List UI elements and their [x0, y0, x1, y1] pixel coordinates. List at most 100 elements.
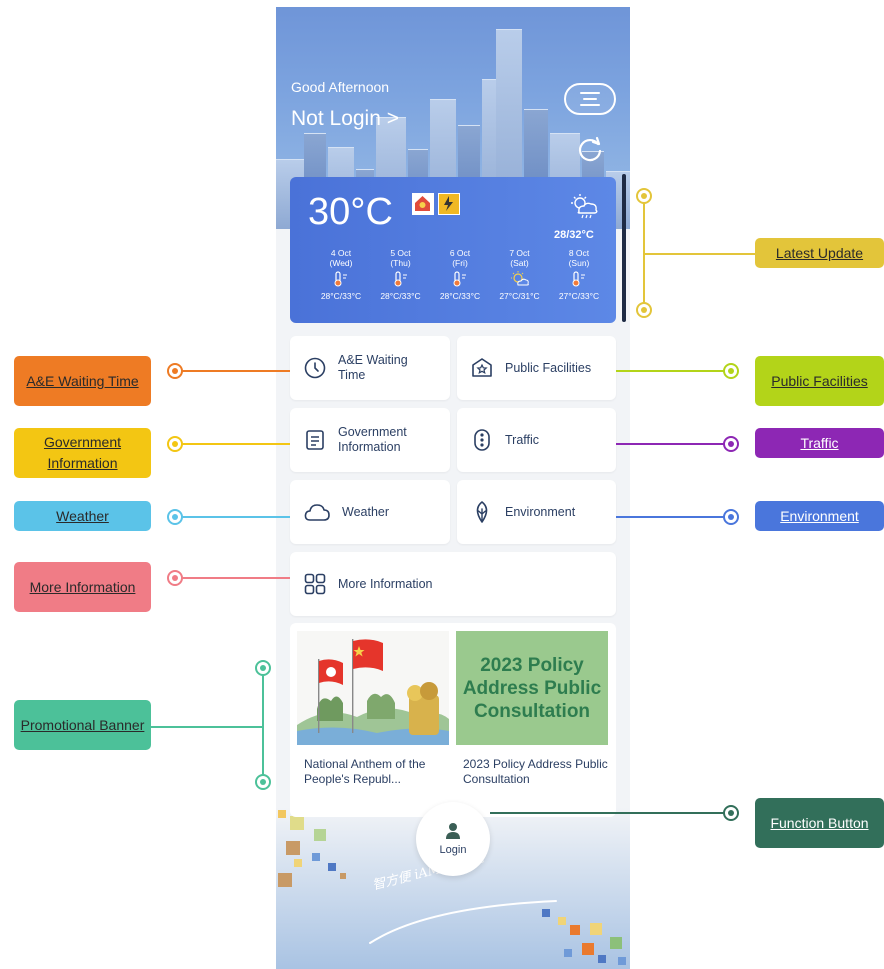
hot-icon: [572, 271, 585, 287]
tile-label: Weather: [342, 504, 390, 519]
menu-line: [583, 98, 597, 100]
tile-label: Environment: [505, 504, 576, 519]
login-link[interactable]: Not Login >: [291, 107, 399, 131]
label-environment: Environment: [755, 501, 884, 531]
annotation-dot: [723, 363, 739, 379]
function-connector: [490, 812, 731, 814]
leaf-icon: [471, 501, 493, 523]
pixel-decoration: [328, 863, 336, 871]
policy-address-image-text: 2023 Policy Address Public Consultation: [462, 654, 602, 722]
hot-icon: [453, 271, 466, 287]
tile-more-information[interactable]: More Information: [290, 552, 616, 616]
sunny-cloud-icon: [510, 271, 529, 286]
forecast-day: 8 Oct (Sun) 27°C/33°C: [550, 248, 608, 301]
traffic-light-icon: [471, 429, 493, 451]
pixel-decoration: [312, 853, 320, 861]
tile-label: Government Information: [338, 425, 407, 454]
pixel-decoration: [582, 943, 594, 955]
tile-label: Public Facilities: [505, 360, 592, 375]
tile-ae-waiting-time[interactable]: A&E Waiting Time: [290, 336, 450, 400]
government-connector: [174, 443, 290, 445]
pixel-decoration: [564, 949, 572, 957]
latest-update-connector: [643, 253, 755, 255]
hot-icon: [334, 271, 347, 287]
pixel-decoration: [290, 816, 304, 830]
tile-government-information[interactable]: Government Information: [290, 408, 450, 472]
weather-card[interactable]: 30°C 28/32°C 4 Oct (Wed) 28°C/33°C 5 Oct…: [290, 177, 616, 323]
policy-address-banner-image: 2023 Policy Address Public Consultation: [456, 631, 608, 745]
grid-icon: [304, 573, 326, 595]
pixel-decoration: [294, 859, 302, 867]
tile-label: More Information: [338, 576, 433, 591]
sun-cloud-rain-icon: [570, 193, 600, 219]
menu-button[interactable]: [564, 83, 616, 115]
promo-bracket: [262, 668, 264, 782]
annotation-dot: [255, 660, 271, 676]
annotation-dot: [167, 363, 183, 379]
forecast-range: 27°C/31°C: [499, 291, 540, 301]
environment-connector: [616, 516, 731, 518]
banner-caption: National Anthem of the People's Republ..…: [304, 757, 426, 786]
greeting-text: Good Afternoon: [291, 79, 390, 95]
forecast-weekday: (Sat): [510, 258, 529, 268]
annotation-dot: [167, 509, 183, 525]
forecast-day: 5 Oct (Thu) 28°C/33°C: [372, 248, 430, 301]
label-public-facilities: Public Facilities: [755, 356, 884, 406]
thunderstorm-warning-icon: [438, 193, 460, 215]
weather-scroll-indicator: [622, 174, 626, 322]
pixel-decoration: [590, 923, 602, 935]
forecast-range: 28°C/33°C: [320, 291, 362, 301]
pixel-decoration: [278, 873, 292, 887]
label-latest-update: Latest Update: [755, 238, 884, 268]
login-function-button[interactable]: Login: [416, 802, 490, 876]
more-info-connector: [174, 577, 290, 579]
menu-line: [580, 92, 600, 94]
traffic-connector: [616, 443, 731, 445]
banner-card-policy-address[interactable]: 2023 Policy Address Public Consultation …: [456, 631, 608, 803]
forecast-weekday: (Wed): [329, 258, 353, 268]
forecast-day: 6 Oct (Fri) 28°C/33°C: [431, 248, 489, 301]
forecast-date: 8 Oct: [568, 248, 590, 258]
hot-icon: [394, 271, 407, 287]
clock-icon: [304, 357, 326, 379]
annotation-dot: [255, 774, 271, 790]
forecast-date: 6 Oct: [449, 248, 471, 258]
tile-environment[interactable]: Environment: [457, 480, 616, 544]
phone-screen: Good Afternoon Not Login > 30°C 28/32°C …: [276, 7, 630, 969]
tile-public-facilities[interactable]: Public Facilities: [457, 336, 616, 400]
annotation-dot: [167, 436, 183, 452]
pixel-decoration: [570, 925, 580, 935]
forecast-date: 5 Oct: [390, 248, 411, 258]
label-government-information: Government Information: [14, 428, 151, 478]
anthem-banner-image: [297, 631, 449, 745]
forecast-range: 27°C/33°C: [558, 291, 600, 301]
facility-star-icon: [471, 357, 493, 379]
pixel-decoration: [618, 957, 626, 965]
annotation-dot: [636, 188, 652, 204]
pixel-decoration: [610, 937, 622, 949]
forecast-date: 4 Oct: [330, 248, 352, 258]
pixel-decoration: [598, 955, 606, 963]
tile-traffic[interactable]: Traffic: [457, 408, 616, 472]
facilities-connector: [616, 370, 731, 372]
today-temperature-range: 28/32°C: [554, 229, 594, 241]
forecast-weekday: (Fri): [452, 258, 468, 268]
label-more-information: More Information: [14, 562, 151, 612]
forecast-day: 4 Oct (Wed) 28°C/33°C: [312, 248, 370, 301]
banner-card-anthem[interactable]: National Anthem of the People's Republ..…: [297, 631, 449, 803]
tile-label: Traffic: [505, 432, 540, 447]
label-ae-waiting-time: A&E Waiting Time: [14, 356, 151, 406]
annotation-dot: [636, 302, 652, 318]
tile-label: A&E Waiting Time: [338, 353, 408, 382]
forecast-row: 4 Oct (Wed) 28°C/33°C 5 Oct (Thu) 28°C/3…: [312, 248, 608, 301]
forecast-weekday: (Thu): [390, 258, 411, 268]
cloud-icon: [304, 501, 330, 523]
label-traffic: Traffic: [755, 428, 884, 458]
weather-connector: [174, 516, 290, 518]
tile-weather[interactable]: Weather: [290, 480, 450, 544]
annotation-dot: [723, 509, 739, 525]
very-hot-warning-icon: [412, 193, 434, 215]
forecast-range: 28°C/33°C: [439, 291, 481, 301]
refresh-button[interactable]: [576, 135, 604, 163]
user-icon: [446, 823, 460, 839]
